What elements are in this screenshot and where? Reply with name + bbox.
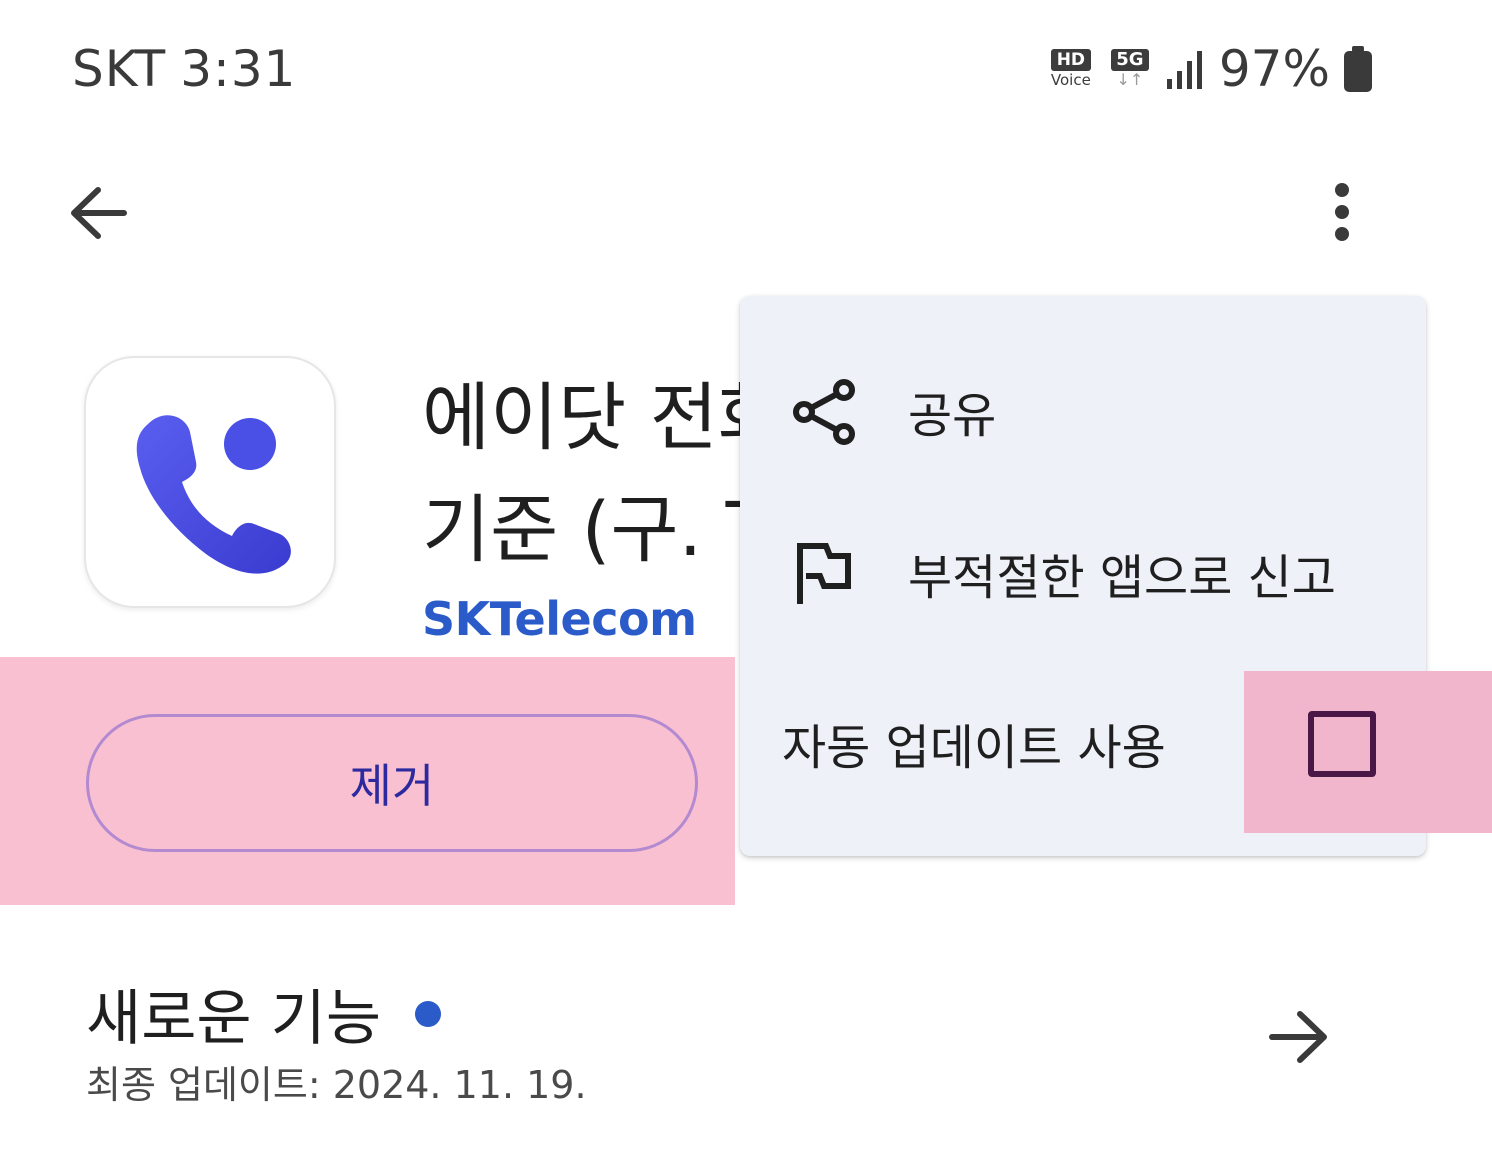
menu-item-report[interactable]: 부적절한 앱으로 신고 [740,518,1426,628]
carrier-label: SKT [72,40,167,98]
whats-new-forward-button[interactable] [1266,1004,1332,1070]
remove-button[interactable]: 제거 [86,714,698,852]
status-bar: SKT 3:31 HD Voice 5G ↓↑ 97% [0,0,1492,140]
hd-voice-icon: HD Voice [1047,49,1095,89]
phone-app-icon [136,415,291,574]
app-details-screen: SKT 3:31 HD Voice 5G ↓↑ 97% 에이닷 전화 기준 (구… [0,0,1492,1175]
whats-new-header[interactable]: 새로운 기능 [86,970,442,1057]
more-vert-icon [1335,183,1349,241]
hd-label: HD [1050,49,1092,71]
arrow-back-icon [71,187,127,239]
menu-item-label: 자동 업데이트 사용 [782,720,1166,776]
flag-icon [797,543,851,604]
more-options-button[interactable] [1312,178,1372,248]
menu-item-share[interactable]: 공유 [740,356,1426,466]
auto-update-checkbox[interactable] [1308,711,1376,777]
developer-link[interactable]: SKTelecom [422,592,697,646]
app-title-line-2: 기준 (구. T [422,487,752,572]
status-bar-right: HD Voice 5G ↓↑ 97% [1047,40,1372,98]
battery-icon [1344,46,1372,92]
share-icon [793,379,855,445]
data-arrows-icon: ↓↑ [1116,70,1144,89]
signal-icon [1166,51,1202,89]
clock: 3:31 [180,40,297,98]
app-title: 에이닷 전화 기준 (구. T [422,362,752,572]
app-title-line-1: 에이닷 전화 [422,375,752,461]
app-icon [84,356,336,608]
last-updated-text: 최종 업데이트: 2024. 11. 19. [86,1063,587,1107]
whats-new-title: 새로운 기능 [86,984,382,1054]
voice-label: Voice [1050,71,1091,89]
battery-percent: 97% [1218,40,1330,98]
status-bar-left: SKT 3:31 [72,40,296,98]
menu-item-label: 부적절한 앱으로 신고 [908,550,1336,606]
back-button[interactable] [64,178,134,248]
new-indicator-dot [415,1000,442,1027]
arrow-forward-icon [1269,1011,1327,1063]
network-5g-icon: 5G ↓↑ [1109,49,1151,89]
network-label: 5G [1111,49,1149,71]
menu-item-label: 공유 [908,388,997,444]
